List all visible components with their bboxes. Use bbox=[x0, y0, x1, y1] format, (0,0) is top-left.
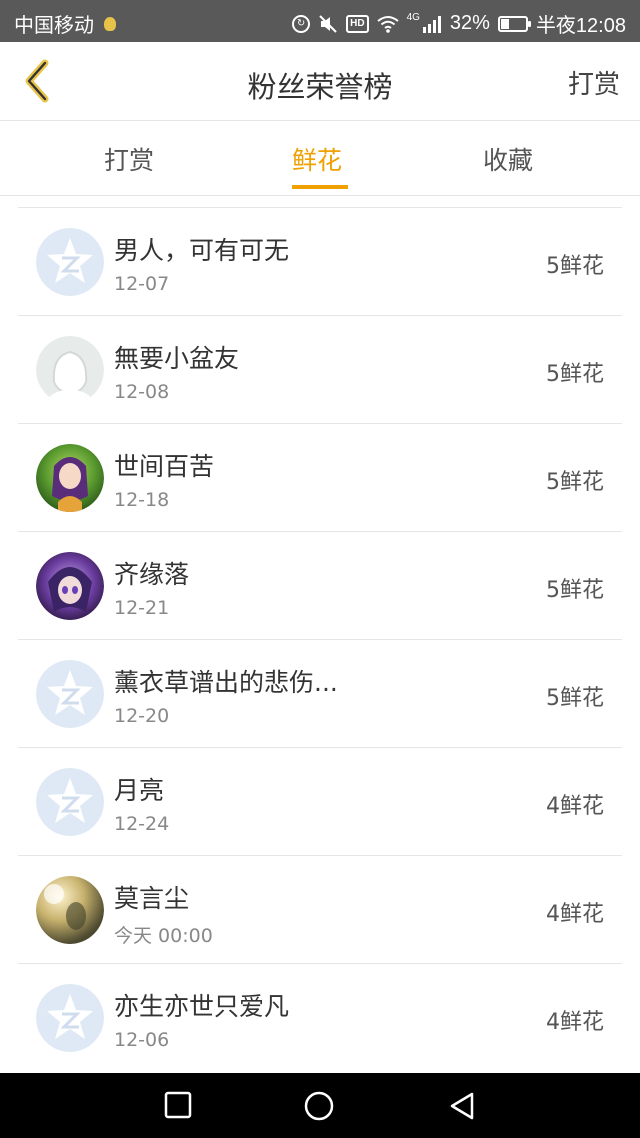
tab-favorites[interactable]: 收藏 bbox=[483, 141, 533, 177]
tab-flowers[interactable]: 鲜花 bbox=[292, 141, 342, 177]
flower-count: 5鲜花 bbox=[546, 578, 604, 603]
flower-count: 5鲜花 bbox=[546, 254, 604, 279]
carrier-name: 中国移动 bbox=[14, 15, 94, 37]
fan-list: 男人，可有可无 12-07 5鲜花 無要小盆友 12-08 5鲜花 世间百苦 1… bbox=[18, 207, 622, 1071]
battery-level bbox=[500, 18, 509, 29]
reward-button[interactable]: 打赏 bbox=[568, 64, 620, 101]
hd-icon: HD bbox=[346, 14, 369, 33]
battery-percent: 32% bbox=[449, 12, 490, 34]
gift-date: 12-20 bbox=[114, 705, 170, 727]
avatar bbox=[36, 552, 104, 620]
flower-count: 4鲜花 bbox=[546, 1010, 604, 1035]
tab-reward[interactable]: 打赏 bbox=[104, 141, 154, 177]
list-item[interactable]: 無要小盆友 12-08 5鲜花 bbox=[18, 316, 622, 424]
gift-date: 今天 00:00 bbox=[114, 925, 213, 947]
user-name: 世间百苦 bbox=[114, 452, 215, 481]
list-item[interactable]: 齐缘落 12-21 5鲜花 bbox=[18, 532, 622, 640]
flower-count: 5鲜花 bbox=[546, 686, 604, 711]
clock: 半夜12:08 bbox=[535, 15, 626, 37]
user-name: 男人，可有可无 bbox=[114, 236, 290, 265]
status-left: 中国移动 bbox=[14, 9, 116, 38]
gift-date: 12-07 bbox=[114, 273, 170, 295]
system-nav-bar bbox=[0, 1073, 640, 1138]
anime-avatar-icon bbox=[36, 444, 104, 512]
wifi-icon bbox=[376, 15, 399, 33]
user-name: 齐缘落 bbox=[114, 560, 190, 589]
user-name: 無要小盆友 bbox=[114, 344, 240, 373]
avatar bbox=[36, 444, 104, 512]
list-item[interactable]: 薰衣草谱出的悲伤... 12-20 5鲜花 bbox=[18, 640, 622, 748]
silhouette-avatar-icon bbox=[36, 336, 104, 404]
signal-icon: 4G bbox=[406, 12, 442, 33]
triangle-back-icon bbox=[450, 1092, 474, 1120]
default-avatar-icon bbox=[36, 660, 104, 728]
home-button[interactable] bbox=[304, 1091, 334, 1125]
gift-date: 12-24 bbox=[114, 813, 170, 835]
status-right: ↻ HD 4G 32% 半夜12:08 bbox=[292, 9, 626, 38]
recent-apps-button[interactable] bbox=[164, 1091, 192, 1123]
battery-icon bbox=[497, 15, 531, 32]
default-avatar-icon bbox=[36, 984, 104, 1052]
user-name: 亦生亦世只爱凡 bbox=[114, 992, 290, 1021]
header: 粉丝荣誉榜 打赏 bbox=[0, 42, 640, 121]
anime-avatar-icon bbox=[36, 552, 104, 620]
list-item[interactable]: 月亮 12-24 4鲜花 bbox=[18, 748, 622, 856]
gift-date: 12-08 bbox=[114, 381, 170, 403]
active-tab-indicator bbox=[292, 185, 348, 189]
gift-date: 12-18 bbox=[114, 489, 170, 511]
avatar bbox=[36, 768, 104, 836]
page-title: 粉丝荣誉榜 bbox=[247, 70, 393, 104]
user-name: 月亮 bbox=[114, 776, 165, 805]
user-name: 莫言尘 bbox=[114, 884, 190, 913]
user-name: 薰衣草谱出的悲伤... bbox=[114, 668, 338, 697]
square-icon bbox=[164, 1091, 192, 1119]
list-item[interactable]: 莫言尘 今天 00:00 4鲜花 bbox=[18, 856, 622, 964]
list-item[interactable]: 亦生亦世只爱凡 12-06 4鲜花 bbox=[18, 964, 622, 1071]
avatar bbox=[36, 228, 104, 296]
photo-avatar-icon bbox=[36, 876, 104, 944]
list-item[interactable]: 男人，可有可无 12-07 5鲜花 bbox=[18, 208, 622, 316]
status-bar: 中国移动 ↻ HD 4G 32% 半夜12:08 bbox=[0, 0, 640, 42]
list-item[interactable]: 世间百苦 12-18 5鲜花 bbox=[18, 424, 622, 532]
flower-count: 4鲜花 bbox=[546, 794, 604, 819]
mute-icon bbox=[318, 14, 338, 34]
default-avatar-icon bbox=[36, 228, 104, 296]
avatar bbox=[36, 336, 104, 404]
back-nav-button[interactable] bbox=[448, 1091, 476, 1125]
rotation-lock-icon: ↻ bbox=[292, 14, 311, 33]
lightbulb-icon bbox=[104, 16, 116, 31]
avatar bbox=[36, 876, 104, 944]
circle-icon bbox=[304, 1091, 334, 1121]
flower-count: 4鲜花 bbox=[546, 902, 604, 927]
default-avatar-icon bbox=[36, 768, 104, 836]
gift-date: 12-06 bbox=[114, 1029, 170, 1051]
avatar bbox=[36, 984, 104, 1052]
flower-count: 5鲜花 bbox=[546, 470, 604, 495]
flower-count: 5鲜花 bbox=[546, 362, 604, 387]
avatar bbox=[36, 660, 104, 728]
network-type: 4G bbox=[406, 12, 420, 23]
gift-date: 12-21 bbox=[114, 597, 170, 619]
